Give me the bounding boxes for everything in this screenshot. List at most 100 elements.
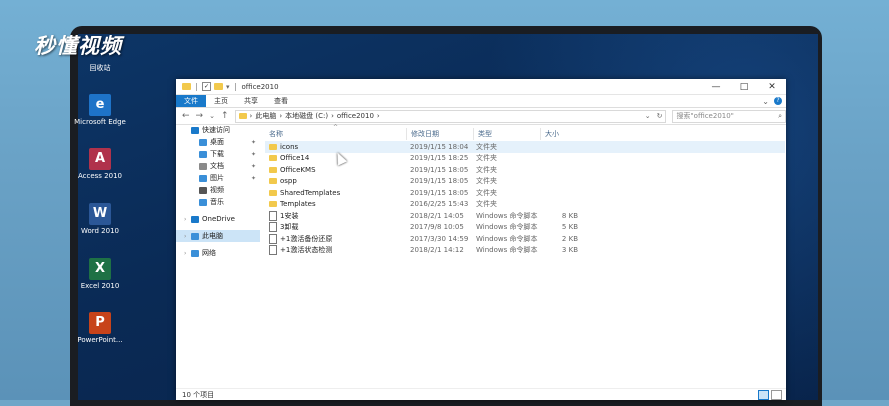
- file-explorer-window: ✓ ▾ office2010 — □ ✕ 文件 主页 共享 查看 ⌄ ? ← →…: [176, 79, 786, 400]
- search-icon: ⌕: [778, 111, 782, 120]
- expand-chevron-icon[interactable]: ›: [184, 216, 188, 223]
- nav-item-label: 音乐: [210, 198, 224, 206]
- pin-icon[interactable]: ✦: [251, 163, 256, 170]
- tab-file[interactable]: 文件: [176, 95, 206, 107]
- recent-locations-icon[interactable]: ⌄: [209, 112, 215, 120]
- file-name-cell: OfficeKMS: [265, 166, 406, 174]
- minimize-button[interactable]: —: [702, 82, 730, 92]
- separator: [234, 82, 236, 91]
- table-row[interactable]: Templates 2016/2/25 15:43 文件夹: [265, 199, 785, 211]
- customize-toolbar-icon[interactable]: ▾: [226, 83, 230, 91]
- desktop-icon-label: PowerPoint...: [77, 336, 123, 344]
- breadcrumb-office2010[interactable]: office2010: [337, 112, 374, 120]
- table-row[interactable]: 1安装 2018/2/1 14:05 Windows 命令脚本 8 KB: [265, 210, 785, 222]
- expand-chevron-icon[interactable]: ›: [184, 233, 188, 240]
- back-arrow-icon[interactable]: ←: [182, 111, 190, 121]
- desktop-icon-label: Word 2010: [80, 227, 120, 235]
- nav-item-music[interactable]: 音乐: [176, 196, 260, 208]
- nav-item-label: 此电脑: [202, 232, 223, 240]
- address-dropdown-icon[interactable]: ⌄: [645, 112, 654, 120]
- script-file-icon: [269, 233, 277, 244]
- nav-item-desktop[interactable]: 桌面 ✦: [176, 136, 260, 148]
- table-row[interactable]: ospp 2019/1/15 18:05 文件夹: [265, 176, 785, 188]
- pin-icon[interactable]: ✦: [251, 175, 256, 182]
- script-file-icon: [269, 210, 277, 221]
- nav-item-computer[interactable]: › 此电脑: [176, 230, 260, 242]
- new-folder-icon[interactable]: [214, 83, 223, 90]
- file-name: icons: [280, 142, 299, 151]
- nav-item-document[interactable]: 文档 ✦: [176, 160, 260, 172]
- nav-item-picture[interactable]: 图片 ✦: [176, 172, 260, 184]
- breadcrumb-this-pc[interactable]: 此电脑: [255, 111, 276, 121]
- table-row[interactable]: icons 2019/1/15 18:04 文件夹: [265, 141, 785, 153]
- nav-item-star[interactable]: 快速访问: [176, 124, 260, 136]
- pin-icon[interactable]: ✦: [251, 151, 256, 158]
- table-row[interactable]: +1激活状态检测 2018/2/1 14:12 Windows 命令脚本 3 KB: [265, 245, 785, 257]
- file-name: SharedTemplates: [280, 188, 341, 197]
- status-bar: 10 个项目: [176, 388, 786, 400]
- file-modified: 2019/1/15 18:25: [410, 154, 469, 163]
- expand-chevron-icon[interactable]: ›: [184, 250, 188, 257]
- nav-item-video[interactable]: 视频: [176, 184, 260, 196]
- window-controls: — □ ✕: [702, 82, 786, 92]
- address-row: ← → ⌄ ↑ › 此电脑 › 本地磁盘 (C:) › office2010 ›…: [176, 108, 786, 125]
- file-modified: 2016/2/25 15:43: [410, 200, 469, 209]
- file-type: Windows 命令脚本: [476, 234, 538, 243]
- properties-icon[interactable]: ✓: [202, 82, 211, 91]
- tab-share[interactable]: 共享: [236, 95, 266, 107]
- desktop-icon-edge[interactable]: e Microsoft Edge: [70, 94, 130, 127]
- desktop-icon-recycle-bin[interactable]: 回收站: [70, 56, 130, 73]
- folder-icon: [269, 178, 277, 185]
- table-row[interactable]: 3卸载 2017/9/8 10:05 Windows 命令脚本 5 KB: [265, 222, 785, 234]
- large-icons-view-button[interactable]: [771, 389, 782, 400]
- file-type: 文件夹: [476, 165, 497, 174]
- column-type[interactable]: 类型: [474, 128, 541, 140]
- nav-item-label: 文档: [210, 162, 224, 170]
- file-modified: 2017/9/8 10:05: [410, 223, 464, 232]
- nav-item-network[interactable]: › 网络: [176, 247, 260, 259]
- desktop-icon-word[interactable]: W Word 2010: [70, 203, 130, 236]
- breadcrumb-local-disk[interactable]: 本地磁盘 (C:): [285, 111, 328, 121]
- folder-icon: [238, 113, 247, 119]
- quick-access-toolbar: ✓ ▾: [176, 82, 238, 91]
- column-modified[interactable]: 修改日期: [407, 128, 474, 140]
- picture-icon: [199, 174, 207, 182]
- details-view-button[interactable]: [758, 389, 769, 400]
- breadcrumb-sep: ›: [376, 112, 380, 120]
- address-bar[interactable]: › 此电脑 › 本地磁盘 (C:) › office2010 › ⌄ ↻: [234, 109, 667, 123]
- breadcrumb-sep: ›: [331, 112, 334, 120]
- recycle-bin-icon: [89, 56, 111, 62]
- help-icon[interactable]: ?: [774, 97, 782, 105]
- file-name-cell: 3卸载: [265, 222, 406, 233]
- file-type: 文件夹: [476, 142, 497, 151]
- tab-view[interactable]: 查看: [266, 95, 296, 107]
- close-button[interactable]: ✕: [758, 82, 786, 92]
- pin-icon[interactable]: ✦: [251, 139, 256, 146]
- nav-item-cloud[interactable]: › OneDrive: [176, 213, 260, 225]
- access-icon: A: [89, 148, 111, 170]
- table-row[interactable]: SharedTemplates 2019/1/15 18:05 文件夹: [265, 187, 785, 199]
- folder-icon: [269, 189, 277, 196]
- search-input[interactable]: 搜索"office2010" ⌕: [672, 109, 786, 123]
- forward-arrow-icon[interactable]: →: [196, 111, 204, 121]
- computer-icon: [191, 232, 199, 240]
- nav-item-download[interactable]: 下载 ✦: [176, 148, 260, 160]
- desktop-icon-access[interactable]: A Access 2010: [70, 148, 130, 181]
- excel-icon: X: [89, 258, 111, 280]
- edge-icon: e: [89, 94, 111, 116]
- expand-ribbon-icon[interactable]: ⌄: [762, 97, 769, 106]
- desktop-icon-excel[interactable]: X Excel 2010: [70, 258, 130, 291]
- file-name-cell: 1安装: [265, 210, 406, 221]
- maximize-button[interactable]: □: [730, 82, 758, 92]
- video-icon: [199, 186, 207, 194]
- file-name: 3卸载: [280, 223, 299, 232]
- up-arrow-icon[interactable]: ↑: [221, 111, 229, 121]
- folder-icon: [269, 166, 277, 173]
- table-row[interactable]: +1激活备份还原 2017/3/30 14:59 Windows 命令脚本 2 KB: [265, 233, 785, 245]
- desktop-icon-powerpoint[interactable]: P PowerPoint...: [70, 312, 130, 345]
- tab-home[interactable]: 主页: [206, 95, 236, 107]
- column-size[interactable]: 大小: [541, 128, 581, 140]
- table-row[interactable]: OfficeKMS 2019/1/15 18:05 文件夹: [265, 164, 785, 176]
- refresh-icon[interactable]: ↻: [657, 112, 666, 120]
- file-type: 文件夹: [476, 154, 497, 163]
